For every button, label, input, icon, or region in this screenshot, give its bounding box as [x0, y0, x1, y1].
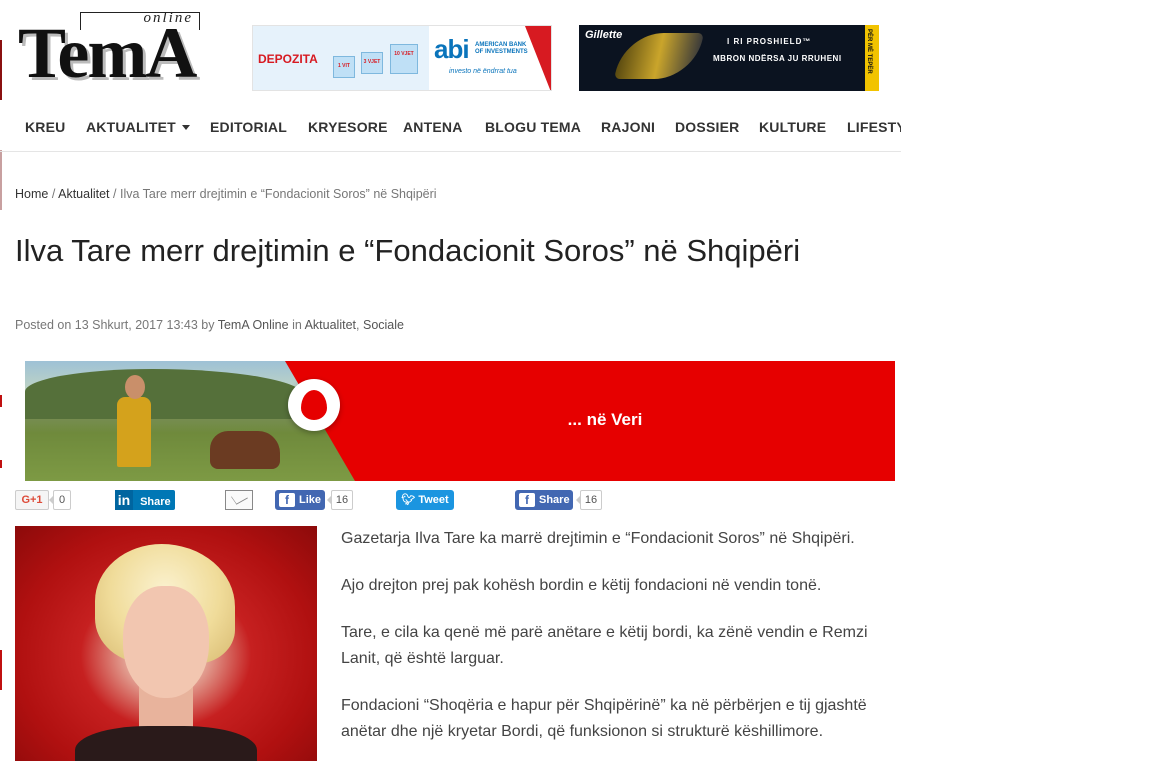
meta-author-link[interactable]: TemA Online	[218, 318, 289, 332]
nav-item-lifestyle[interactable]: LIFESTYLE	[847, 119, 901, 135]
gift-box-icon: 3 VJET	[361, 52, 383, 74]
photo-face	[123, 586, 209, 698]
ad-abi-brand-sub-line: AMERICAN BANK	[475, 42, 527, 48]
ad-abi-depozita: DEPOZITA	[258, 52, 318, 66]
meta-category-link[interactable]: Sociale	[363, 318, 404, 332]
gift-label: 1 VIT	[338, 63, 350, 69]
edge-segment	[0, 395, 2, 407]
breadcrumb-home[interactable]: Home	[15, 187, 48, 201]
article-paragraph: Fondacioni “Shoqëria e hapur për Shqipër…	[341, 697, 867, 740]
nav-item-rajoni[interactable]: RAJONI	[601, 119, 655, 135]
linkedin-share-button[interactable]: in Share	[115, 490, 175, 510]
facebook-share-label: Share	[539, 494, 570, 506]
banner-hill	[25, 369, 305, 419]
article-body: Gazetarja Ilva Tare ka marrë drejtimin e…	[341, 526, 896, 761]
nav-item-kulture[interactable]: KULTURE	[759, 119, 826, 135]
caret-down-icon	[181, 125, 190, 130]
article-photo	[15, 526, 317, 761]
ad-gillette-side-tab: PËR MË TEPËR	[865, 25, 879, 91]
nav-item-aktualitet[interactable]: AKTUALITET	[86, 119, 190, 135]
photo-dress	[75, 726, 257, 761]
gift-box-icon: 1 VIT	[333, 56, 355, 78]
ad-gillette-brand: Gillette	[585, 29, 623, 41]
banner-slogan: ... në Veri	[567, 410, 643, 429]
nav-item-label: AKTUALITET	[86, 119, 176, 135]
ad-gillette-side-text: PËR MË TEPËR	[866, 29, 872, 74]
breadcrumb-current: Ilva Tare merr drejtimin e “Fondacionit …	[119, 187, 437, 201]
vodafone-logo-icon	[288, 379, 340, 431]
ad-abi-slogan: investo në ëndrrat tua	[449, 68, 517, 75]
nav-item-blogu-tema[interactable]: BLOGU TEMA	[485, 119, 581, 135]
ad-banner-vodafone[interactable]: ... në Veri	[25, 361, 895, 481]
vodafone-logo-mark	[301, 390, 327, 420]
facebook-icon: f	[519, 493, 535, 507]
facebook-like-count: 16	[327, 490, 353, 510]
gplus-button[interactable]: G+1	[15, 490, 49, 510]
edge-segment	[0, 40, 2, 100]
twitter-bird-icon: 🐦︎	[401, 494, 416, 506]
facebook-like-label: Like	[299, 494, 322, 506]
ad-banner-abi[interactable]: DEPOZITA 1 VIT 3 VJET 10 VJET abi AMERIC…	[252, 25, 552, 91]
social-share-bar: G+1 0 in Share f Like 16 🐦︎ Tweet f Share …	[15, 490, 895, 512]
article-paragraph: Ajo drejton prej pak kohësh bordin e kët…	[341, 577, 822, 594]
gplus-count: 0	[49, 490, 71, 510]
breadcrumb-separator: /	[113, 187, 117, 201]
nav-item-antena[interactable]: ANTENA	[403, 119, 463, 135]
article-title: Ilva Tare merr drejtimin e “Fondacionit …	[15, 233, 801, 268]
banner-man-head	[125, 375, 145, 399]
edge-segment	[0, 460, 2, 468]
breadcrumb: Home / Aktualitet / Ilva Tare merr drejt…	[15, 187, 437, 201]
meta-category-link[interactable]: Aktualitet	[305, 318, 356, 332]
banner-man	[117, 397, 151, 467]
banner-cow	[210, 431, 280, 469]
breadcrumb-section[interactable]: Aktualitet	[58, 187, 109, 201]
meta-in: in	[292, 318, 302, 332]
gift-box-icon: 10 VJET	[390, 44, 418, 74]
ad-abi-brand: abi	[434, 34, 470, 64]
main-nav: KREU AKTUALITET EDITORIAL KRYESORE ANTEN…	[0, 104, 901, 152]
breadcrumb-separator: /	[51, 187, 56, 201]
gift-label: 10 VJET	[394, 51, 414, 57]
facebook-share-count: 16	[576, 490, 602, 510]
razor-icon	[614, 33, 704, 79]
gift-label: 3 VJET	[363, 59, 381, 65]
ad-banner-gillette[interactable]: Gillette I RI PROSHIELD™ MBRON NDËRSA JU…	[579, 25, 879, 91]
ad-gillette-line2: MBRON NDËRSA JU RRUHENI	[713, 54, 842, 63]
nav-item-kryesore[interactable]: KRYESORE	[308, 119, 388, 135]
ad-abi-brand-sub-line: OF INVESTMENTS	[475, 49, 528, 55]
linkedin-share-label: Share	[140, 496, 171, 508]
tweet-label: Tweet	[418, 494, 449, 506]
facebook-like-button[interactable]: f Like	[275, 490, 325, 510]
linkedin-icon: in	[115, 490, 133, 510]
email-share-icon[interactable]	[225, 490, 253, 510]
article-paragraph: Tare, e cila ka qenë më parë anëtare e k…	[341, 624, 868, 667]
nav-item-editorial[interactable]: EDITORIAL	[210, 119, 287, 135]
ad-abi-red-corner	[525, 26, 551, 90]
facebook-icon: f	[279, 493, 295, 507]
site-logo[interactable]: online TemA	[18, 10, 233, 93]
nav-item-dossier[interactable]: DOSSIER	[675, 119, 739, 135]
facebook-share-button[interactable]: f Share	[515, 490, 573, 510]
edge-segment	[0, 150, 2, 210]
ad-gillette-line1: I RI PROSHIELD™	[727, 37, 812, 46]
meta-comma: ,	[356, 318, 360, 332]
article-meta: Posted on 13 Shkurt, 2017 13:43 by TemA …	[15, 318, 404, 332]
ad-abi-brand-sub: AMERICAN BANK OF INVESTMENTS	[475, 42, 528, 56]
article-paragraph: Gazetarja Ilva Tare ka marrë drejtimin e…	[341, 530, 855, 547]
logo-word: TemA	[18, 13, 197, 93]
meta-posted: Posted on 13 Shkurt, 2017 13:43 by	[15, 318, 215, 332]
tweet-button[interactable]: 🐦︎ Tweet	[396, 490, 454, 510]
nav-item-kreu[interactable]: KREU	[25, 119, 65, 135]
edge-segment	[0, 650, 2, 690]
